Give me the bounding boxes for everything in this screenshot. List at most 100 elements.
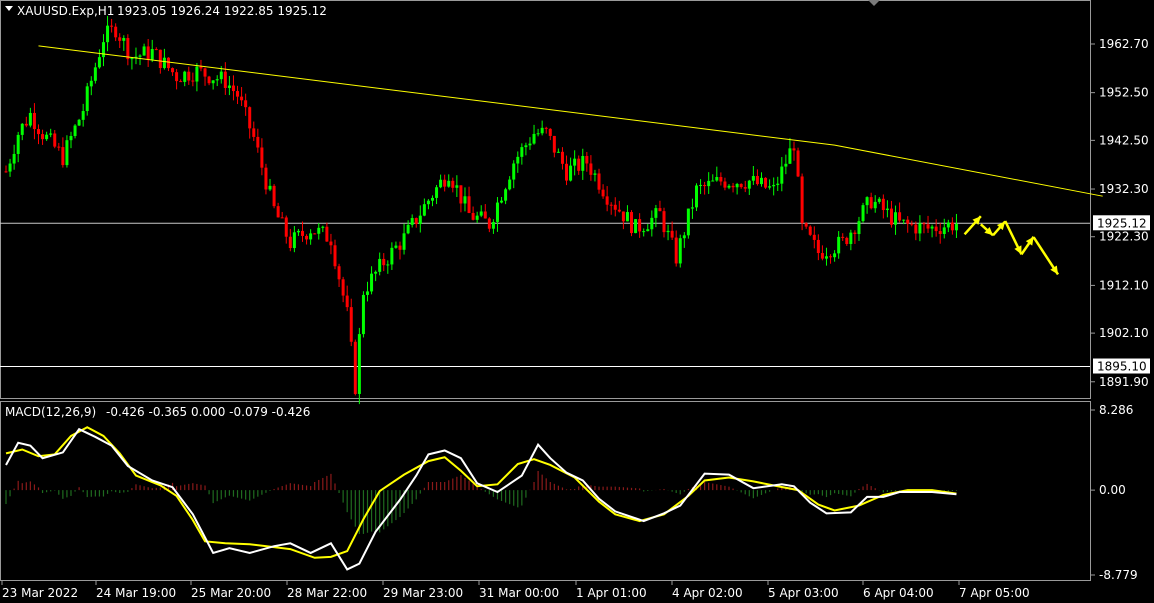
candle-body [808, 226, 812, 235]
candle-body [284, 217, 288, 237]
price-tick-label: 1922.30 [1099, 230, 1149, 244]
candle-body [898, 212, 902, 221]
macd-title: MACD(12,26,9) [5, 405, 96, 419]
candle-body [581, 155, 585, 171]
candle-body [804, 223, 808, 227]
candle-body [77, 119, 81, 126]
candle-body [268, 185, 272, 190]
candle-body [248, 107, 252, 129]
candle-body [715, 177, 719, 181]
candle-body [788, 148, 792, 164]
candle-body [203, 68, 207, 77]
price-tick-label: 1962.70 [1099, 37, 1149, 51]
candle-body [333, 245, 337, 267]
candle-body [658, 208, 662, 212]
candle-body [654, 208, 658, 218]
candle-body [142, 46, 146, 56]
candle-body [512, 163, 516, 180]
candle-body [394, 245, 398, 248]
price-tick-label: 1942.50 [1099, 133, 1149, 147]
candle-body [410, 218, 414, 225]
candle-body [219, 71, 223, 80]
candle-body [414, 218, 418, 224]
price-axis: 1962.70 1952.50 1942.50 1932.30 1922.30 1912.… [1090, 37, 1150, 389]
dropdown-triangle-icon[interactable] [5, 6, 13, 11]
candle-body [341, 279, 345, 296]
candle-body [573, 158, 577, 166]
macd-main-line [5, 427, 957, 571]
candle-body [670, 230, 674, 238]
candle-body [272, 185, 276, 207]
candle-body [776, 183, 780, 185]
candle-body [824, 256, 828, 259]
chart-canvas[interactable]: 1962.70 1952.50 1942.50 1932.30 1922.30 1912.… [0, 0, 1154, 603]
candle-body [183, 71, 187, 82]
candle-body [759, 177, 763, 185]
candle-body [447, 180, 451, 187]
candle-body [747, 180, 751, 189]
candle-body [337, 266, 341, 280]
candle-body [138, 55, 142, 57]
candle-body [638, 219, 642, 232]
candle-body [231, 85, 235, 92]
candle-body [764, 177, 768, 188]
candle-body [857, 221, 861, 235]
time-axis: 23 Mar 2022 24 Mar 19:00 25 Mar 20:00 28 Ma… [1, 581, 1030, 600]
candle-body [126, 38, 130, 60]
candle-body [463, 196, 467, 204]
candle-body [260, 147, 264, 168]
candle-body [8, 163, 12, 172]
scroll-marker-icon[interactable] [868, 0, 880, 6]
candle-body [727, 185, 731, 188]
candle-body [520, 147, 524, 157]
candle-body [12, 153, 16, 164]
candle-body [577, 158, 581, 171]
candle-body [244, 100, 248, 108]
candle-body [946, 222, 950, 228]
candle-body [4, 171, 8, 173]
candle-body [569, 165, 573, 181]
candle-body [536, 133, 540, 135]
candle-body [556, 151, 560, 153]
candle-body [650, 217, 654, 230]
candle-body [36, 129, 40, 135]
candle-body [504, 189, 508, 201]
candle-body [191, 80, 195, 82]
candle-body [601, 189, 605, 197]
candle-body [678, 238, 682, 264]
candle-body [483, 211, 487, 219]
candle-body [89, 80, 93, 87]
candle-body [240, 96, 244, 101]
candle-body [869, 197, 873, 209]
macd-lines [5, 426, 957, 571]
candle-body [215, 79, 219, 81]
candle-body [28, 112, 32, 126]
candle-body [292, 232, 296, 249]
candle-body [65, 140, 69, 166]
candle-body [317, 227, 321, 234]
candle-body [609, 204, 613, 206]
candle-body [398, 245, 402, 250]
candle-body [146, 46, 150, 60]
candle-body [288, 236, 292, 249]
candle-body [305, 235, 309, 240]
candle-body [422, 204, 426, 216]
candle-body [345, 295, 349, 308]
candle-body [69, 136, 73, 141]
candle-body [630, 212, 634, 234]
candle-body [61, 147, 65, 166]
candle-body [565, 163, 569, 181]
support-level-label: 1895.10 [1097, 360, 1147, 374]
candle-body [950, 222, 954, 231]
candle-body [910, 223, 914, 225]
candle-body [309, 233, 313, 240]
candle-body [617, 209, 621, 212]
candle-body [662, 211, 666, 233]
candle-body [365, 291, 369, 295]
candle-body [24, 123, 28, 126]
candle-body [902, 219, 906, 221]
candle-body [625, 212, 629, 222]
candle-body [873, 201, 877, 209]
candle-body [357, 334, 361, 394]
candle-body [837, 236, 841, 254]
